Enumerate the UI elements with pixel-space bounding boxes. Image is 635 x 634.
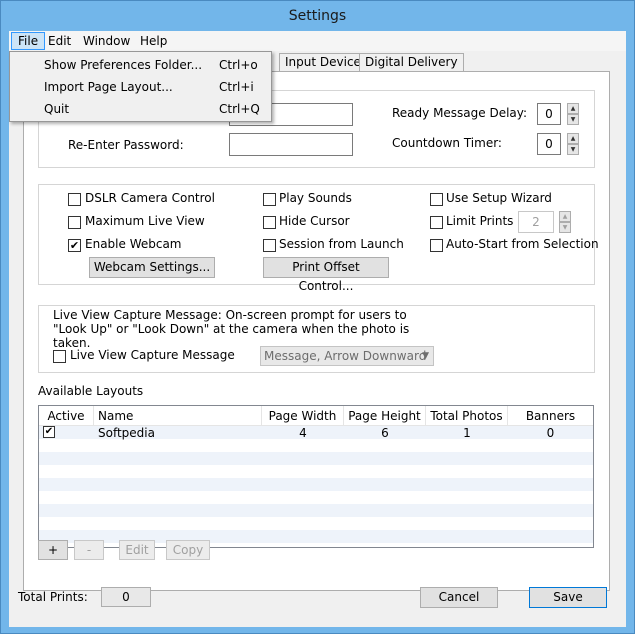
table-row-empty [39, 491, 593, 504]
max-live-checkbox[interactable] [68, 216, 81, 229]
menu-item-quit[interactable]: Quit Ctrl+Q [11, 98, 270, 120]
ready-delay-label: Ready Message Delay: [392, 106, 528, 120]
tab-digital-delivery[interactable]: Digital Delivery [359, 53, 464, 72]
menu-item-show-preferences[interactable]: Show Preferences Folder... Ctrl+o [11, 54, 270, 76]
countdown-input[interactable]: 0 [537, 133, 561, 155]
enable-webcam-label: Enable Webcam [85, 237, 182, 251]
col-page-height[interactable]: Page Height [344, 406, 426, 426]
window-client: File Edit Window Help Show Preferences F… [9, 31, 626, 627]
enable-webcam-checkbox[interactable]: ✔ [68, 239, 81, 252]
setup-wizard-label: Use Setup Wizard [446, 191, 552, 205]
session-launch-label: Session from Launch [279, 237, 404, 251]
menu-window[interactable]: Window [77, 32, 136, 50]
layouts-table[interactable]: Active Name Page Width Page Height Total… [38, 405, 594, 548]
menu-item-label: Quit [44, 102, 70, 116]
edit-layout-button[interactable]: Edit [119, 540, 155, 560]
col-page-width[interactable]: Page Width [262, 406, 344, 426]
total-prints-label: Total Prints: [18, 590, 88, 604]
dslr-label: DSLR Camera Control [85, 191, 215, 205]
col-total-photos[interactable]: Total Photos [426, 406, 508, 426]
table-row-empty [39, 517, 593, 530]
table-header: Active Name Page Width Page Height Total… [39, 406, 593, 426]
col-banners[interactable]: Banners [508, 406, 593, 426]
spin-down-icon[interactable]: ▼ [567, 144, 579, 155]
row-active-checkbox[interactable]: ✔ [43, 426, 55, 438]
menubar: File Edit Window Help [9, 31, 626, 51]
col-active[interactable]: Active [39, 406, 94, 426]
table-row[interactable]: ✔ Softpedia 4 6 1 0 [39, 426, 593, 440]
row-total-photos: 1 [463, 426, 471, 440]
limit-prints-input[interactable]: 2 [518, 211, 554, 233]
save-button[interactable]: Save [529, 587, 607, 608]
session-launch-checkbox[interactable] [263, 239, 276, 252]
menu-help[interactable]: Help [134, 32, 173, 50]
remove-layout-button[interactable]: - [74, 540, 104, 560]
live-view-label: Live View Capture Message [70, 348, 235, 362]
row-page-height: 6 [381, 426, 389, 440]
spin-down-icon[interactable]: ▼ [567, 114, 579, 125]
dslr-checkbox[interactable] [68, 193, 81, 206]
live-view-group: Live View Capture Message: On-screen pro… [38, 305, 595, 373]
spin-up-icon[interactable]: ▲ [567, 133, 579, 144]
ready-delay-spinner: ▲ ▼ [567, 103, 579, 125]
table-row-empty [39, 452, 593, 465]
menu-item-import-layout[interactable]: Import Page Layout... Ctrl+i [11, 76, 270, 98]
play-sounds-label: Play Sounds [279, 191, 352, 205]
limit-prints-checkbox[interactable] [430, 216, 443, 229]
spin-down-icon[interactable]: ▼ [559, 222, 571, 233]
total-prints-value: 0 [101, 587, 151, 607]
row-page-width: 4 [299, 426, 307, 440]
reenter-password-label: Re-Enter Password: [68, 138, 184, 152]
chevron-down-icon: ▼ [422, 351, 429, 361]
window-title: Settings [288, 8, 347, 24]
table-row-empty [39, 478, 593, 491]
table-row-empty [39, 439, 593, 452]
table-row-empty [39, 465, 593, 478]
menu-item-shortcut: Ctrl+Q [219, 102, 260, 116]
col-name[interactable]: Name [94, 406, 262, 426]
menu-file[interactable]: File [11, 32, 46, 50]
max-live-label: Maximum Live View [85, 214, 205, 228]
menu-item-shortcut: Ctrl+o [219, 58, 258, 72]
menu-item-label: Import Page Layout... [44, 80, 173, 94]
hide-cursor-label: Hide Cursor [279, 214, 350, 228]
table-row-empty [39, 504, 593, 517]
live-view-checkbox[interactable] [53, 350, 66, 363]
copy-layout-button[interactable]: Copy [166, 540, 210, 560]
live-view-combo[interactable]: Message, Arrow Downward ▼ [260, 346, 434, 366]
setup-wizard-checkbox[interactable] [430, 193, 443, 206]
spin-up-icon[interactable]: ▲ [559, 211, 571, 222]
options-group: DSLR Camera Control Maximum Live View ✔ … [38, 184, 599, 293]
spin-up-icon[interactable]: ▲ [567, 103, 579, 114]
ready-delay-input[interactable]: 0 [537, 103, 561, 125]
play-sounds-checkbox[interactable] [263, 193, 276, 206]
live-view-combo-value: Message, Arrow Downward [264, 349, 427, 363]
layouts-title: Available Layouts [38, 384, 144, 398]
webcam-settings-button[interactable]: Webcam Settings... [89, 257, 215, 278]
auto-start-label: Auto-Start from Selection [446, 237, 599, 251]
countdown-label: Countdown Timer: [392, 136, 502, 150]
countdown-spinner: ▲ ▼ [567, 133, 579, 155]
limit-prints-spinner: ▲ ▼ [559, 211, 571, 233]
hide-cursor-checkbox[interactable] [263, 216, 276, 229]
menu-item-shortcut: Ctrl+i [219, 80, 254, 94]
menu-item-label: Show Preferences Folder... [44, 58, 203, 72]
settings-window: Settings File Edit Window Help Show Pref… [0, 0, 635, 634]
menu-edit[interactable]: Edit [42, 32, 77, 50]
live-view-description: Live View Capture Message: On-screen pro… [53, 308, 410, 350]
auto-start-checkbox[interactable] [430, 239, 443, 252]
print-offset-button[interactable]: Print Offset Control... [263, 257, 389, 293]
reenter-password-input[interactable] [229, 133, 353, 156]
file-menu-dropdown: Show Preferences Folder... Ctrl+o Import… [9, 51, 272, 122]
add-layout-button[interactable]: + [38, 540, 68, 560]
cancel-button[interactable]: Cancel [420, 587, 498, 608]
limit-prints-label: Limit Prints [446, 214, 514, 228]
row-banners: 0 [546, 426, 555, 440]
row-name: Softpedia [98, 426, 155, 440]
